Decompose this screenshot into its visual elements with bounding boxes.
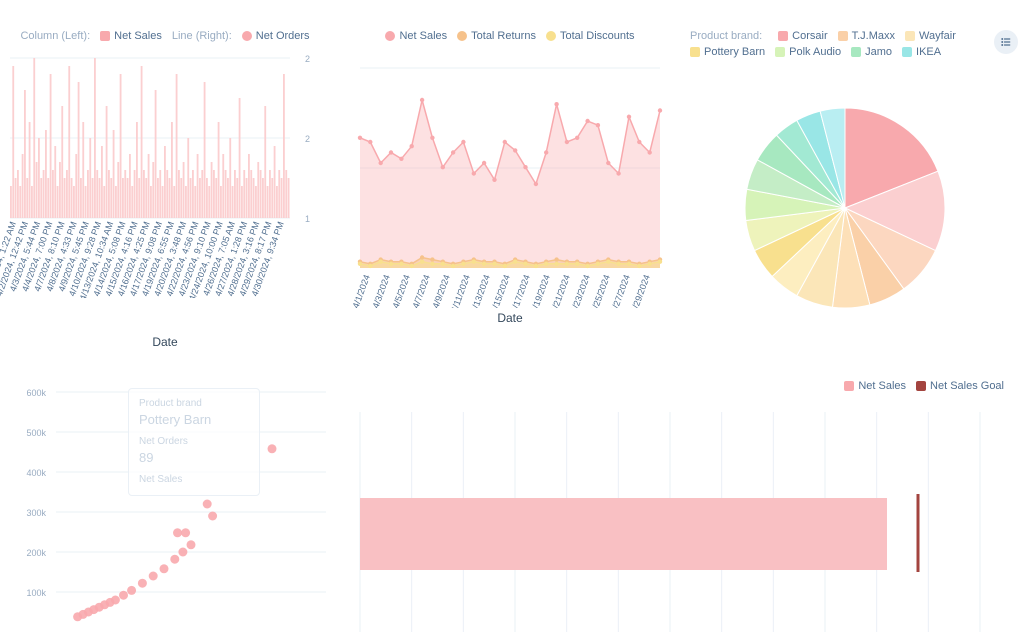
svg-text:600k: 600k [26,388,46,398]
legend-item-net-orders[interactable]: Net Orders [242,30,310,42]
svg-text:4/3/2024: 4/3/2024 [370,273,391,308]
scatter-plot: 600k 500k 400k 300k 200k 100k [0,380,340,640]
svg-text:4/11/2024: 4/11/2024 [449,273,472,308]
area-xlabel: Date [340,311,680,325]
svg-text:4/13/2024: 4/13/2024 [469,273,492,308]
svg-text:4/21/2024: 4/21/2024 [549,273,572,308]
svg-text:4/17/2024: 4/17/2024 [509,273,532,308]
combo-right-axis: 2 2 1 [305,54,310,224]
more-menu-button[interactable] [994,30,1018,54]
legend-item-pottery-barn[interactable]: Pottery Barn [690,46,765,58]
bullet-bar [360,498,887,570]
svg-text:4/5/2024: 4/5/2024 [390,273,411,308]
list-icon [1000,36,1012,48]
area-plot: 4/1/20244/3/20244/5/20244/7/20244/9/2024… [340,48,680,308]
dashboard: Column (Left): Net Sales Line (Right): N… [0,0,1024,640]
legend-item-total-discounts[interactable]: Total Discounts [546,30,635,42]
legend-item-total-returns[interactable]: Total Returns [457,30,536,42]
legend-item-tjmaxx[interactable]: T.J.Maxx [838,30,895,42]
chart-pie: Product brand: Corsair T.J.Maxx Wayfair … [690,30,1024,350]
svg-text:4/27/2024: 4/27/2024 [609,273,632,308]
svg-text:4/19/2024: 4/19/2024 [529,273,552,308]
legend-item-ikea[interactable]: IKEA [902,46,941,58]
svg-text:400k: 400k [26,468,46,478]
combo-legend: Column (Left): Net Sales Line (Right): N… [0,30,330,42]
area-legend: Net Sales Total Returns Total Discounts [340,30,680,42]
svg-text:200k: 200k [26,548,46,558]
combo-xlabel: Date [0,335,330,349]
chart-combo: Column (Left): Net Sales Line (Right): N… [0,30,330,350]
legend-item-wayfair[interactable]: Wayfair [905,30,956,42]
svg-text:4/9/2024: 4/9/2024 [430,273,451,308]
legend-item-net-sales[interactable]: Net Sales [844,380,906,392]
legend-item-net-sales[interactable]: Net Sales [385,30,447,42]
pie-legend: Product brand: Corsair T.J.Maxx Wayfair … [690,30,1024,58]
chart-bullet: Net Sales Net Sales Goal [340,380,1024,640]
bullet-legend: Net Sales Net Sales Goal [340,380,1024,392]
bullet-plot [340,412,1000,632]
svg-text:4/23/2024: 4/23/2024 [569,273,592,308]
svg-text:100k: 100k [26,588,46,598]
chart-area: Net Sales Total Returns Total Discounts … [340,30,680,350]
svg-text:4/15/2024: 4/15/2024 [489,273,512,308]
svg-text:4/29/2024: 4/29/2024 [629,273,652,308]
svg-text:4/25/2024: 4/25/2024 [589,273,612,308]
combo-plot: 2 2 1 4/1/2024, 1:22 AM4/2/2024, 12:42 P… [0,48,330,298]
legend-item-net-sales[interactable]: Net Sales [100,30,162,42]
pie-plot [690,58,1000,308]
svg-text:1: 1 [305,214,310,224]
legend-item-jamo[interactable]: Jamo [851,46,892,58]
svg-text:4/1/2024: 4/1/2024 [350,273,371,308]
legend-item-polk-audio[interactable]: Polk Audio [775,46,841,58]
chart-scatter: 600k500k400k300k200k100k Product brand P… [0,380,340,640]
legend-item-corsair[interactable]: Corsair [778,30,827,42]
svg-text:2: 2 [305,134,310,144]
svg-text:300k: 300k [26,508,46,518]
svg-text:2: 2 [305,54,310,64]
legend-item-net-sales-goal[interactable]: Net Sales Goal [916,380,1004,392]
svg-text:500k: 500k [26,428,46,438]
pie-legend-title: Product brand: [690,30,762,42]
svg-text:4/7/2024: 4/7/2024 [410,273,431,308]
